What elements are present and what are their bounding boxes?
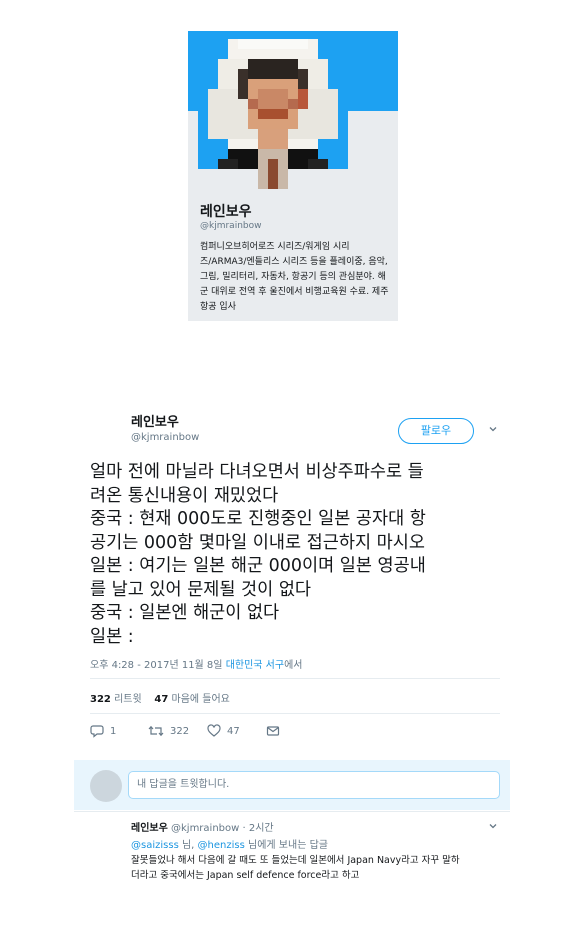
tweet-author-name[interactable]: 레인보우 [131,411,179,430]
retweet-action[interactable]: 322 [148,724,189,738]
reply-icon [90,725,104,738]
tweet-line: 중국 : 일본엔 해군이 없다 [90,603,280,623]
retweets-count[interactable]: 322 [90,694,111,705]
profile-bio: 컴퍼니오브히어로즈 시리즈/워게임 시리즈/ARMA3/엔들리스 시리즈 등을 … [200,242,389,312]
user-avatar[interactable] [90,770,122,802]
retweet-count: 322 [170,725,190,737]
reply-context-suffix: 님에게 보내는 답글 [248,840,328,851]
tweet-line: 중국 : 현재 000도로 진행중인 일본 공자대 항 [90,509,426,529]
reply-input[interactable]: 내 답글을 트윗합니다. [128,771,500,799]
likes-label[interactable]: 마음에 들어요 [172,694,230,705]
tweet-line: 려온 통신내용이 재밌었다 [90,485,279,506]
chevron-down-icon[interactable] [488,821,498,831]
profile-card: 레인보우 @kjmrainbow 컴퍼니오브히어로즈 시리즈/워게임 시리즈/A… [188,31,398,321]
profile-name[interactable]: 레인보우 [200,201,252,221]
divider [74,811,510,812]
heart-icon [207,724,221,737]
reply-action[interactable]: 1 [90,724,116,738]
tweet-line: 공기는 000함 몇마일 이내로 접근하지 마시오 [90,532,425,553]
location-suffix: 에서 [284,660,303,671]
reply-text: 잘못들었나 해서 다음에 갈 때도 또 들었는데 일본에서 Japan Navy… [131,853,511,883]
reply-context-text: 님, [181,840,195,851]
tweet-location[interactable]: 대한민국 서구 [226,660,284,671]
chevron-down-icon[interactable] [488,424,498,434]
direct-message-action[interactable] [266,724,286,738]
tweet-author-handle[interactable]: @kjmrainbow [131,432,199,443]
profile-avatar[interactable] [198,39,348,189]
tweet-line: 일본 : 여기는 일본 해군 000이며 일본 영공내 [90,556,426,576]
profile-handle[interactable]: @kjmrainbow [200,221,261,231]
mention-link[interactable]: @henziss [198,840,245,851]
pixelated-avatar-image [198,39,348,189]
reply-line: 더라고 중국에서는 Japan self defence force라고 하고 [131,870,360,881]
tweet-timestamp[interactable]: 오후 4:28 - 2017년 11월 8일 [90,660,223,671]
retweets-label[interactable]: 리트윗 [114,694,142,705]
like-count: 47 [227,725,240,737]
tweet-text: 얼마 전에 마닐라 다녀오면서 비상주파수로 들 려온 통신내용이 재밌었다 중… [90,461,510,649]
reply-time[interactable]: · 2시간 [243,823,274,834]
divider [90,713,500,714]
reply-context: @saizisss 님, @henziss 님에게 보내는 답글 [131,836,328,851]
follow-button[interactable]: 팔로우 [398,418,474,444]
tweet-line: 일본 : [90,626,134,647]
reply-line: 잘못들었나 해서 다음에 갈 때도 또 들었는데 일본에서 Japan Navy… [131,855,460,866]
reply-author-name[interactable]: 레인보우 [131,823,168,834]
reply-count: 1 [110,725,117,737]
tweet-line: 얼마 전에 마닐라 다녀오면서 비상주파수로 들 [90,462,424,482]
envelope-icon [266,726,280,736]
retweet-icon [148,725,164,737]
tweet-line: 를 날고 있어 문제될 것이 없다 [90,579,312,600]
reply-header: 레인보우 @kjmrainbow · 2시간 [131,819,274,834]
mention-link[interactable]: @saizisss [131,840,179,851]
tweet-meta: 오후 4:28 - 2017년 11월 8일 대한민국 서구에서 [90,656,302,671]
tweet-stats: 322 리트윗 47 마음에 들어요 [90,690,230,705]
likes-count[interactable]: 47 [154,694,168,705]
divider [90,678,500,679]
like-action[interactable]: 47 [207,724,240,738]
reply-author-handle[interactable]: @kjmrainbow [171,823,239,834]
